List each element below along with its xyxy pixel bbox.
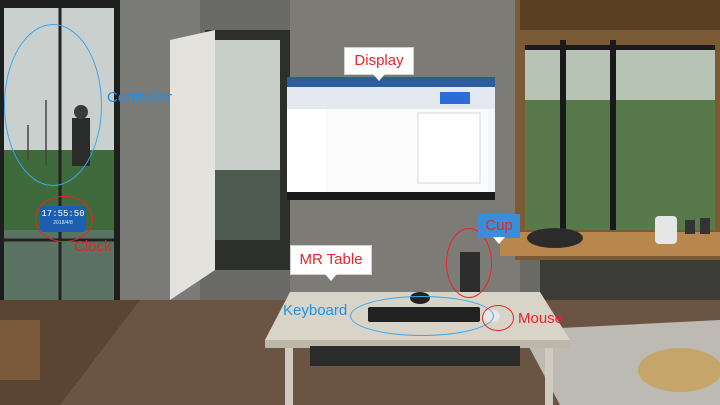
- clock-widget: 17:55:50 2018/4/8: [40, 206, 86, 232]
- keyboard-label: Keyboard: [283, 302, 348, 319]
- display-callout: Display: [344, 47, 414, 81]
- cup-label: Cup: [485, 217, 513, 234]
- mouse-label: Mouse: [518, 310, 564, 327]
- mr-table-callout: MR Table: [290, 245, 372, 281]
- keyboard-highlight-ring: [350, 296, 494, 336]
- clock-time: 17:55:50: [41, 209, 85, 219]
- controller-label: Controller: [107, 89, 173, 106]
- clock-label: Clock: [74, 238, 112, 255]
- clock-date: 2018/4/8: [53, 220, 73, 226]
- mr-table-label: MR Table: [299, 251, 363, 268]
- cup-callout: Cup: [478, 214, 520, 244]
- vr-scene-screenshot: 17:55:50 2018/4/8 Display MR Table Cup C…: [0, 0, 720, 405]
- controller-highlight-ring: [4, 24, 102, 186]
- cup-highlight-ring: [446, 228, 492, 298]
- display-label: Display: [354, 52, 404, 69]
- mouse-highlight-ring: [482, 305, 514, 331]
